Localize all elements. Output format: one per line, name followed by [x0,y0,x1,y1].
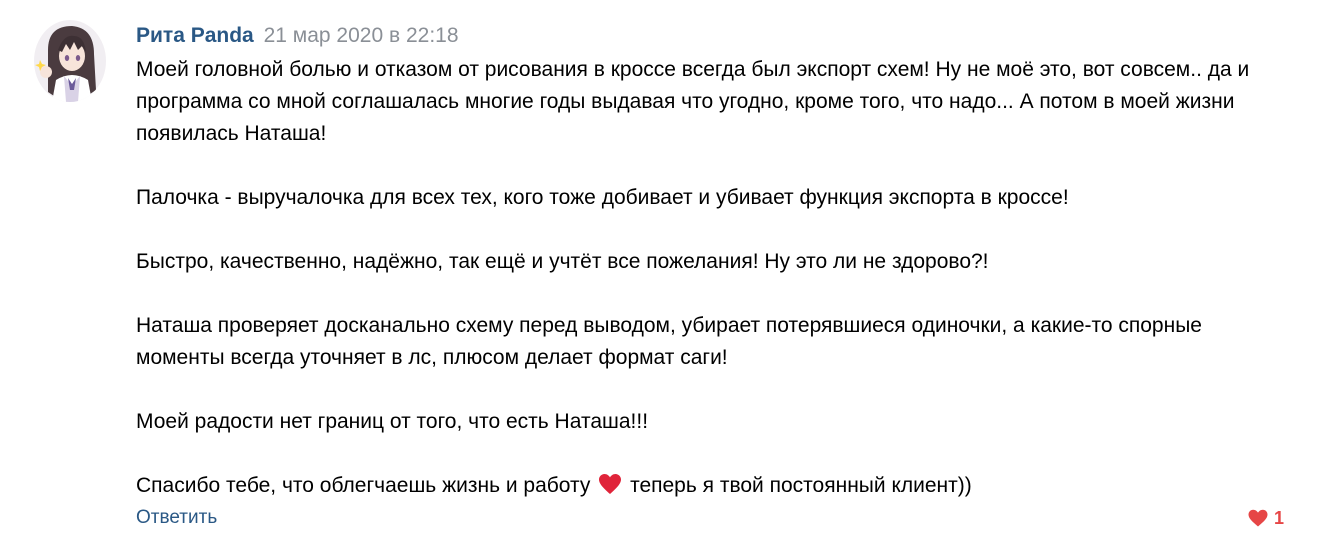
like-button[interactable]: 1 [1248,504,1284,532]
comment-paragraph: Наташа проверяет досканально схему перед… [136,314,1202,369]
avatar[interactable] [34,20,106,102]
paragraph-text-before-emoji: Спасибо тебе, что облегчаешь жизнь и раб… [136,474,591,497]
comment-text: Моей головной болью и отказом от рисован… [136,54,1296,502]
comment-header: Рита Panda 21 мар 2020 в 22:18 [136,22,459,50]
heart-icon [1248,509,1268,527]
comment-paragraph: Быстро, качественно, надёжно, так ещё и … [136,250,989,273]
comment-paragraph: Моей радости нет границ от того, что ест… [136,410,649,433]
paragraph-text-after-emoji: теперь я твой постоянный клиент)) [630,474,972,497]
comment-date[interactable]: 21 мар 2020 в 22:18 [264,24,459,47]
heart-emoji-icon [599,474,622,494]
comment: Рита Panda 21 мар 2020 в 22:18 Моей голо… [0,0,1320,551]
like-count: 1 [1273,508,1284,528]
author-name[interactable]: Рита Panda [136,24,254,47]
comment-paragraph: Палочка - выручалочка для всех тех, кого… [136,186,1069,209]
comment-paragraph-last: Спасибо тебе, что облегчаешь жизнь и раб… [136,470,1296,502]
comment-paragraph: Моей головной болью и отказом от рисован… [136,58,1250,145]
reply-button[interactable]: Ответить [136,504,217,532]
avatar-image [34,20,106,102]
